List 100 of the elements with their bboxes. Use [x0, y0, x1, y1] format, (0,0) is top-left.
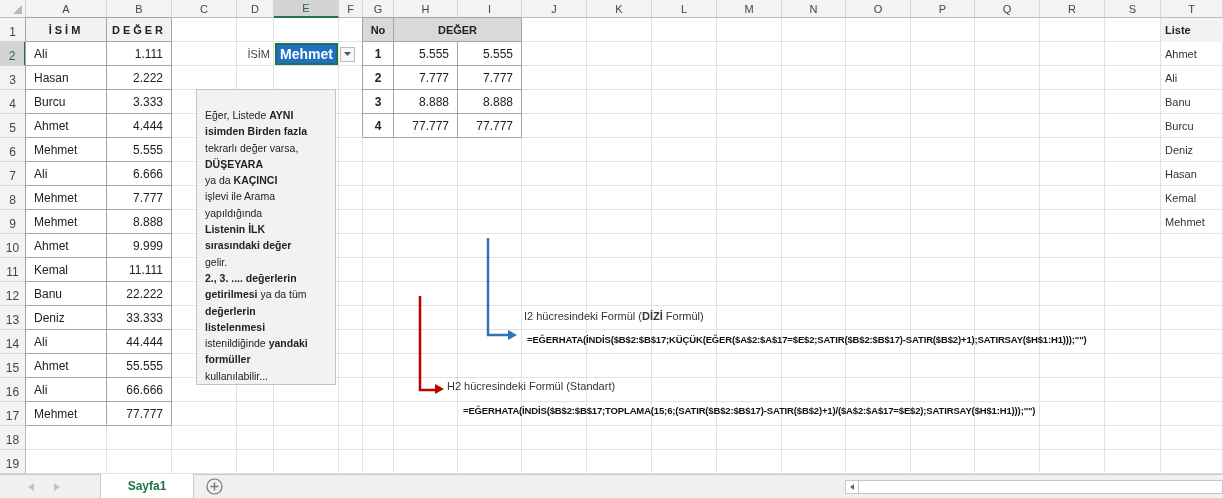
- table-cell: 4: [363, 114, 394, 138]
- select-all-button[interactable]: [0, 0, 26, 18]
- table-cell: 6.666: [107, 162, 172, 186]
- column-header[interactable]: F: [339, 0, 363, 18]
- row-header[interactable]: 15: [0, 354, 26, 378]
- column-header[interactable]: A: [26, 0, 107, 18]
- table-cell: Ali: [26, 330, 107, 354]
- row-header[interactable]: 11: [0, 258, 26, 282]
- table-cell: 8.888: [458, 90, 522, 114]
- sheet-tab[interactable]: Sayfa1: [100, 474, 194, 498]
- column-header[interactable]: T: [1161, 0, 1223, 18]
- dropdown-button[interactable]: [340, 46, 355, 62]
- row-header[interactable]: 2: [0, 42, 26, 66]
- column-header[interactable]: N: [782, 0, 846, 18]
- column-header[interactable]: E: [274, 0, 339, 18]
- column-header[interactable]: I: [458, 0, 522, 18]
- add-sheet-icon[interactable]: [206, 478, 223, 495]
- row-header[interactable]: 19: [0, 450, 26, 474]
- row-header[interactable]: 8: [0, 186, 26, 210]
- column-heading: DEĞER: [394, 18, 522, 42]
- column-header[interactable]: J: [522, 0, 587, 18]
- list-item: Kemal: [1164, 191, 1198, 206]
- table-cell: 3: [363, 90, 394, 114]
- table-cell: 7.777: [458, 66, 522, 90]
- column-header[interactable]: D: [237, 0, 274, 18]
- caret-icon: [344, 52, 351, 56]
- table-cell: 44.444: [107, 330, 172, 354]
- column-heading: DEĞER: [107, 18, 172, 42]
- row-header[interactable]: 18: [0, 426, 26, 450]
- column-header[interactable]: Q: [975, 0, 1040, 18]
- column-header[interactable]: S: [1105, 0, 1161, 18]
- list-item: Ali: [1164, 71, 1179, 86]
- column-header[interactable]: C: [172, 0, 237, 18]
- column-header[interactable]: O: [846, 0, 911, 18]
- table-cell: Ali: [26, 162, 107, 186]
- table-cell: 1: [363, 42, 394, 66]
- table-cell: Mehmet: [26, 138, 107, 162]
- column-header[interactable]: G: [363, 0, 394, 18]
- table-cell: 11.111: [107, 258, 172, 282]
- table-cell: Burcu: [26, 90, 107, 114]
- horizontal-scrollbar[interactable]: [845, 479, 1223, 494]
- column-header[interactable]: P: [911, 0, 975, 18]
- previous-sheet-icon[interactable]: [28, 482, 34, 491]
- table-cell: Mehmet: [26, 210, 107, 234]
- table-cell: 7.777: [394, 66, 458, 90]
- table-cell: 4.444: [107, 114, 172, 138]
- table-cell: 8.888: [394, 90, 458, 114]
- row-header[interactable]: 12: [0, 282, 26, 306]
- list-item: Deniz: [1164, 143, 1195, 158]
- column-header[interactable]: K: [587, 0, 652, 18]
- column-header[interactable]: L: [652, 0, 717, 18]
- list-item: Banu: [1164, 95, 1192, 110]
- table-cell: 5.555: [458, 42, 522, 66]
- row-header[interactable]: 10: [0, 234, 26, 258]
- name-label: İSİM: [246, 47, 271, 62]
- formula-caption: I2 hücresindeki Formül (DİZİ Formül): [524, 310, 704, 322]
- formula-text: =EĞERHATA(İNDİS($B$2:$B$17;KÜÇÜK(EĞER($A$2:$A$17=$E$2;SATIR($B$2:$B$17)-SATIR($B$2)+1);SATIRSAY($H$1:H1)));""): [527, 334, 1087, 345]
- column-heading: İSİM: [26, 18, 107, 42]
- table-cell: 5.555: [107, 138, 172, 162]
- formula-text: =EĞERHATA(İNDİS($B$2:$B$17;TOPLAMA(15;6;(SATIR($B$2:$B$17)-SATIR($B$2)+1)/($A$2:$A$17=$E$2);SATIRSAY($H$1:H1)));""): [463, 405, 1036, 416]
- list-heading: Liste: [1161, 18, 1223, 42]
- row-header[interactable]: 14: [0, 330, 26, 354]
- row-header[interactable]: 16: [0, 378, 26, 402]
- note-text: Eğer, Listede AYNI isimden Birden fazla tekrarlı değer varsa, DÜŞEYARA ya da KAÇINCI işlevi ile Arama yapıldığında Listenin İLK sırasındaki değer gelir. 2., 3. .... değerlerin getirilmesi ya da tüm değerlerin listelenmesi istenildiğinde yandaki formüller kullanılabilir...: [205, 108, 309, 384]
- left-arrow-icon: [850, 483, 854, 490]
- row-header[interactable]: 9: [0, 210, 26, 234]
- table-cell: 33.333: [107, 306, 172, 330]
- table-cell: Ahmet: [26, 354, 107, 378]
- row-header[interactable]: 4: [0, 90, 26, 114]
- row-header[interactable]: 13: [0, 306, 26, 330]
- row-header[interactable]: 5: [0, 114, 26, 138]
- table-cell: 22.222: [107, 282, 172, 306]
- table-cell: 55.555: [107, 354, 172, 378]
- column-header[interactable]: B: [107, 0, 172, 18]
- table-cell: Banu: [26, 282, 107, 306]
- table-cell: Ahmet: [26, 114, 107, 138]
- table-cell: Ali: [26, 378, 107, 402]
- table-cell: 66.666: [107, 378, 172, 402]
- table-cell: Deniz: [26, 306, 107, 330]
- column-header[interactable]: H: [394, 0, 458, 18]
- formula-caption: H2 hücresindeki Formül (Standart): [447, 380, 616, 392]
- table-cell: 8.888: [107, 210, 172, 234]
- next-sheet-icon[interactable]: [54, 482, 60, 491]
- column-heading: No: [363, 18, 394, 42]
- table-cell: 2.222: [107, 66, 172, 90]
- row-header[interactable]: 1: [0, 18, 26, 42]
- row-header[interactable]: 3: [0, 66, 26, 90]
- table-cell: 5.555: [394, 42, 458, 66]
- column-header[interactable]: M: [717, 0, 782, 18]
- table-cell: Mehmet: [26, 402, 107, 426]
- row-header[interactable]: 6: [0, 138, 26, 162]
- table-cell: 9.999: [107, 234, 172, 258]
- list-item: Hasan: [1164, 167, 1198, 182]
- row-header[interactable]: 17: [0, 402, 26, 426]
- list-item: Mehmet: [1164, 215, 1206, 230]
- row-header[interactable]: 7: [0, 162, 26, 186]
- list-item: Burcu: [1164, 119, 1195, 134]
- column-header[interactable]: R: [1040, 0, 1105, 18]
- name-dropdown[interactable]: Mehmet: [275, 43, 338, 65]
- table-cell: Ahmet: [26, 234, 107, 258]
